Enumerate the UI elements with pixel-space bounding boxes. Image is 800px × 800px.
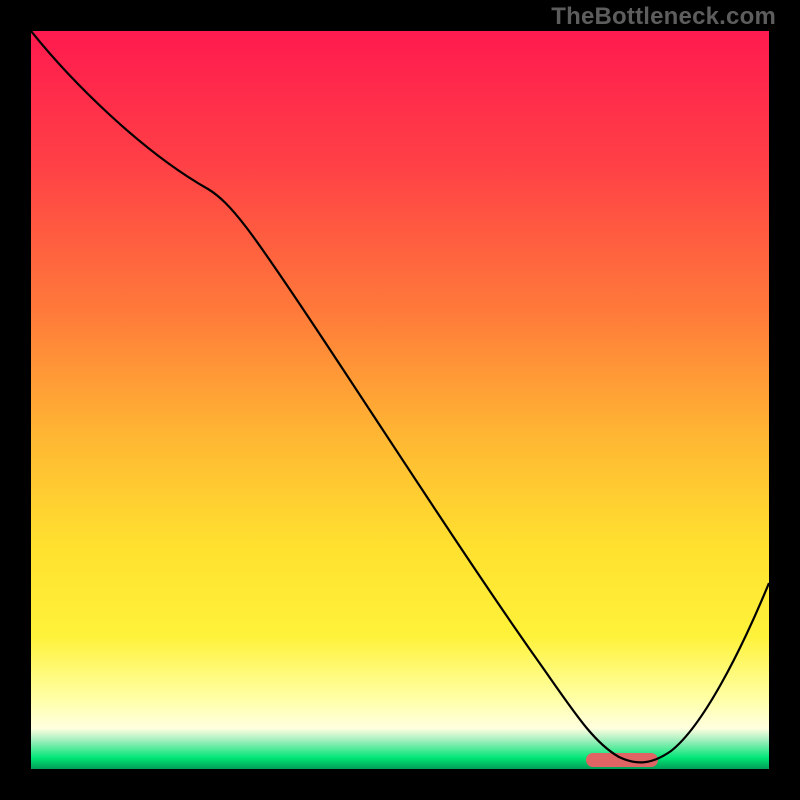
watermark-text: TheBottleneck.com (551, 3, 776, 31)
chart-frame: TheBottleneck.com (0, 0, 800, 800)
chart-svg (31, 31, 769, 769)
optimal-marker (586, 753, 658, 767)
plot-area (31, 31, 769, 769)
